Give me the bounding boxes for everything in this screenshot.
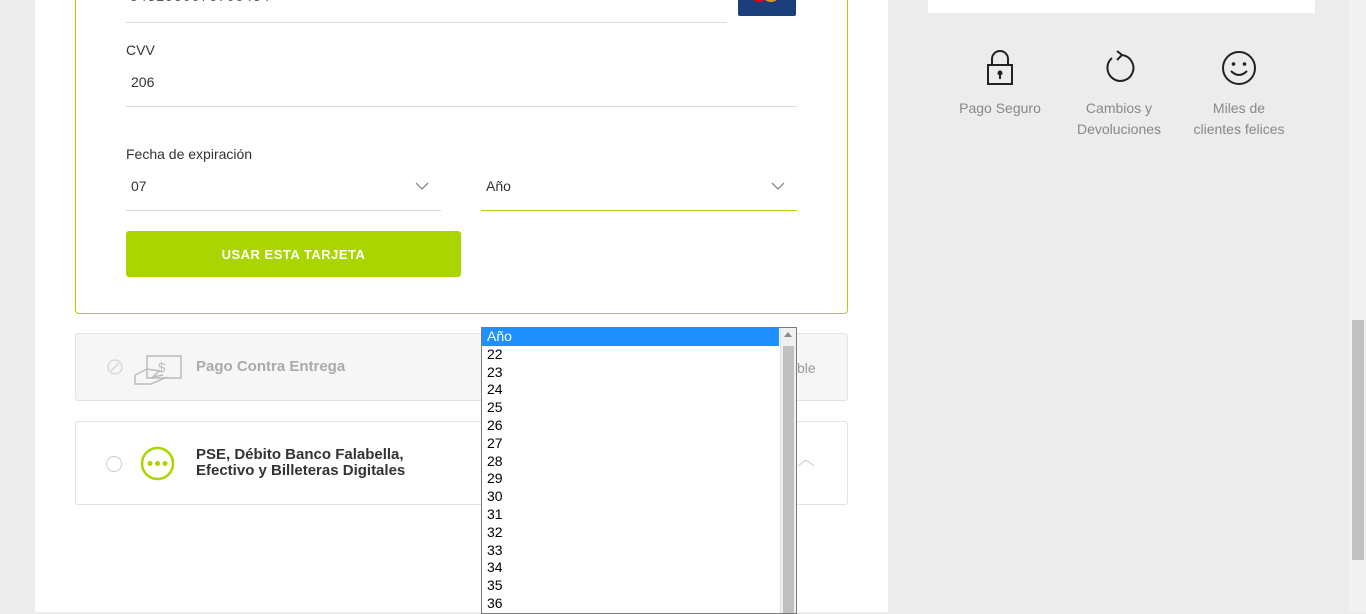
year-dropdown-list[interactable]: Año 22 23 24 25 26 27 28 29 30 31 32 33 34 35 36	[481, 327, 797, 614]
scroll-up-arrow-icon[interactable]	[784, 332, 792, 337]
happy-label-line2: clientes felices	[1193, 121, 1285, 137]
mastercard-logo	[738, 0, 796, 16]
chevron-down-icon[interactable]	[771, 182, 785, 190]
cvv-label: CVV	[126, 42, 155, 58]
more-dots-icon	[140, 446, 175, 481]
svg-text:$: $	[158, 360, 166, 375]
year-options: Año 22 23 24 25 26 27 28 29 30 31 32 33 34 35 36	[482, 328, 779, 613]
year-option[interactable]: 33	[482, 542, 779, 560]
year-option[interactable]: 36	[482, 595, 779, 613]
dropdown-scrollbar-thumb[interactable]	[783, 346, 794, 613]
refresh-icon	[1106, 50, 1135, 82]
year-option[interactable]: 23	[482, 364, 779, 382]
pse-title-line1: PSE, Débito Banco Falabella,	[196, 446, 404, 463]
cod-status: ble	[797, 360, 816, 376]
lock-icon	[987, 50, 1013, 85]
pse-title-line2: Efectivo y Billeteras Digitales	[196, 462, 406, 479]
year-option[interactable]: 24	[482, 381, 779, 399]
year-option[interactable]: 25	[482, 399, 779, 417]
happy-clients-label: Miles de clientes felices	[1179, 98, 1299, 140]
expiry-label: Fecha de expiración	[126, 146, 253, 162]
year-option[interactable]: Año	[482, 328, 779, 346]
use-card-button[interactable]: USAR ESTA TARJETA	[126, 231, 461, 277]
cvv-input[interactable]: 206	[131, 74, 154, 90]
card-number-underline	[126, 22, 727, 23]
trust-secure-payment: Pago Seguro	[940, 50, 1060, 119]
year-option[interactable]: 35	[482, 577, 779, 595]
cash-hand-icon: $	[134, 355, 182, 385]
year-option[interactable]: 32	[482, 524, 779, 542]
happy-label-line1: Miles de	[1212, 100, 1266, 116]
summary-box-bottom	[928, 0, 1315, 13]
returns-label-line2: Devoluciones	[1076, 121, 1162, 137]
year-option[interactable]: 28	[482, 453, 779, 471]
year-option[interactable]: 30	[482, 488, 779, 506]
year-option[interactable]: 29	[482, 470, 779, 488]
trust-happy-clients: Miles de clientes felices	[1179, 50, 1299, 140]
returns-label-line1: Cambios y	[1085, 100, 1153, 116]
year-option[interactable]: 27	[482, 435, 779, 453]
trust-returns: Cambios y Devoluciones	[1059, 50, 1179, 140]
month-underline	[126, 210, 441, 211]
pse-radio[interactable]	[106, 456, 122, 472]
year-select[interactable]: Año	[486, 178, 511, 194]
pse-title: PSE, Débito Banco Falabella, Efectivo y …	[196, 447, 405, 479]
returns-label: Cambios y Devoluciones	[1059, 98, 1179, 140]
year-option[interactable]: 22	[482, 346, 779, 364]
secure-payment-label: Pago Seguro	[959, 100, 1041, 116]
card-number-value[interactable]: 5432960076706454	[130, 0, 271, 4]
page-scrollbar-thumb[interactable]	[1352, 320, 1364, 560]
cvv-underline	[126, 106, 797, 107]
chevron-down-icon[interactable]	[415, 182, 429, 190]
year-underline	[481, 210, 797, 211]
smiley-icon	[1222, 51, 1256, 85]
chevron-up-icon[interactable]	[797, 459, 815, 467]
year-option[interactable]: 31	[482, 506, 779, 524]
year-option[interactable]: 34	[482, 559, 779, 577]
month-select[interactable]: 07	[131, 178, 147, 194]
cod-title: Pago Contra Entrega	[196, 358, 346, 375]
disabled-radio-icon	[107, 359, 123, 375]
year-option[interactable]: 26	[482, 417, 779, 435]
